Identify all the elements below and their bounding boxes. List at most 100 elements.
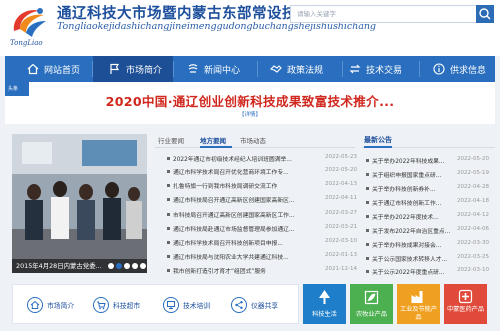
notice-list-item[interactable]: 关于公示国家技术转移人才... 2022-03-25 [362,253,495,265]
info-icon [433,63,445,75]
news-title[interactable]: 我市创新打造引才育才“组团式”服务 [173,266,323,275]
nav-item-supply-demand[interactable]: 供求信息 [433,56,493,82]
tile-agri-products[interactable]: 农牧业产品 [350,284,393,324]
carousel-dot[interactable] [108,263,114,269]
notice-date: 2022-04-12 [457,212,489,218]
tile-medicine-products[interactable]: 中蒙医药产品 [444,284,487,324]
nav-item-label: 新闻中心 [204,65,241,76]
tab-local-news[interactable]: 地方要闻 [200,135,226,145]
news-title[interactable]: 市科技局召开通辽高新区创建国家高新区工作... [173,210,323,219]
site-logo-icon[interactable]: TongLiao [6,3,52,49]
news-list-item[interactable]: 我市创新打造引才育才“组团式”服务 2021-12-14 [155,265,357,277]
quick-link-tech-training[interactable]: 技术培训 [163,285,210,325]
news-title[interactable]: 通辽市科技局赴通辽市场监督管理局参加通辽... [173,224,323,233]
news-list-item[interactable]: 通辽市科学技术局召开科技创新项目申报... 2022-03-10 [155,237,357,249]
tile-tech-life[interactable]: 科技生活 [303,284,346,324]
training-icon [163,297,179,313]
news-list-item[interactable]: 市科技局召开通辽高新区创建国家高新区工作... 2022-03-27 [155,209,357,221]
notice-list-item[interactable]: 关于组织申报国家重点研... 2022-05-19 [362,169,495,181]
notice-heading[interactable]: 最新公告 [364,135,392,145]
search-button[interactable] [476,5,494,23]
news-date: 2021-12-14 [325,266,357,272]
notice-title[interactable]: 关于举办科技创新券补... [372,184,454,193]
news-date: 2022-03-27 [325,210,357,216]
carousel-dot-active[interactable] [116,263,122,269]
bullet [167,184,170,187]
news-list-item[interactable]: 通辽市科技局与沈阳农业大学共建通辽科技... 2022-01-13 [155,251,357,263]
news-photo-carousel[interactable] [12,134,147,273]
tile-label: 科技生活 [312,311,337,318]
headline-title[interactable]: 2020中国·通辽创业创新科技成果致富技术推介... [5,91,495,110]
notice-list-item[interactable]: 关于举办科技成果对接会... 2022-03-30 [362,239,495,251]
news-list-item[interactable]: 2022年通辽市初级技术经纪人培训班圆满举... 2022-05-23 [155,153,357,165]
tab-industry-news[interactable]: 行业要闻 [158,135,184,145]
notice-list-item[interactable]: 关于通辽市科技创新工作... 2022-04-18 [362,197,495,209]
nav-item-policy[interactable]: 政策法规 [270,56,340,82]
news-date: 2022-03-21 [325,224,357,230]
news-title[interactable]: 通辽市科学技术局召开优化营商环境工作专... [173,167,323,176]
carousel-dot[interactable] [140,263,146,269]
carousel-dot[interactable] [124,263,130,269]
notice-title[interactable]: 关于通辽市科技创新工作... [372,198,454,207]
nav-divider [257,61,258,77]
notice-title[interactable]: 关于举办2022年科技成果... [372,156,454,165]
newspaper-icon [188,64,198,73]
notice-title[interactable]: 关于公示2022年度重点研... [372,267,454,276]
search-input[interactable]: 请输入关键字 [290,5,477,23]
news-title[interactable]: 2022年通辽市初级技术经纪人培训班圆满举... [173,154,323,163]
cart-icon [93,297,109,313]
quick-link-market-intro[interactable]: 市场简介 [27,285,74,325]
bullet [167,241,170,244]
tile-industrial-products[interactable]: 工业及节能产品 [397,284,440,324]
news-list-item[interactable]: 扎鲁特旗一行到我市科技局调研交流工作 2022-04-13 [155,180,357,192]
bullet [167,157,170,160]
notice-list-item[interactable]: 关于发布2022年自治区重点... 2022-04-06 [362,225,495,237]
notice-date: 2022-05-20 [457,156,489,162]
notice-title[interactable]: 关于发布2022年自治区重点... [372,226,454,235]
notice-date: 2022-03-10 [457,267,489,273]
quick-link-label: 市场简介 [47,302,75,310]
news-list-item[interactable]: 通辽市科技局赴通辽市场监督管理局参加通辽... 2022-03-21 [155,223,357,235]
home-circle-icon [27,297,43,313]
notice-title[interactable]: 关于举办2022年度技术... [372,212,454,221]
news-title[interactable]: 通辽市科技局与沈阳农业大学共建通辽科技... [173,252,323,261]
bullet [366,159,369,162]
bullet [366,215,369,218]
bullet [366,270,369,273]
headline-banner: 头条 2020中国·通辽创业创新科技成果致富技术推介... 【详情】 [5,82,495,124]
leaf-icon [364,290,379,305]
news-list-item[interactable]: 通辽市科学技术局召开优化营商环境工作专... 2022-05-20 [155,166,357,178]
notice-title[interactable]: 关于举办科技成果对接会... [372,240,454,249]
tab-market-news[interactable]: 市场动态 [240,135,266,145]
factory-icon [411,291,423,303]
bullet [366,173,369,176]
notice-date: 2022-04-28 [457,184,489,190]
notice-date: 2022-04-18 [457,198,489,204]
nav-item-market-intro[interactable]: 市场简介 [93,56,173,82]
news-title[interactable]: 通辽市科学技术局召开科技创新项目申报... [173,238,323,247]
nav-item-label: 技术交易 [366,65,403,76]
news-photo-image [12,134,147,273]
news-photo-caption[interactable]: 2015年4月28日内蒙古党委... [16,261,102,270]
nav-item-home[interactable]: 网站首页 [27,56,87,82]
carousel-dot[interactable] [132,263,138,269]
notice-title[interactable]: 关于公示国家技术转移人才... [372,254,454,263]
news-title[interactable]: 通辽市科技局召开通辽高新区创建国家高新区... [173,195,323,204]
nav-item-tech-trade[interactable]: 技术交易 [349,56,419,82]
notice-list-item[interactable]: 关于举办科技创新券补... 2022-04-28 [362,183,495,195]
notice-list-item[interactable]: 关于举办2022年度技术... 2022-04-12 [362,211,495,223]
notice-title[interactable]: 关于组织申报国家重点研... [372,170,454,179]
nav-item-news[interactable]: 新闻中心 [187,56,257,82]
nav-divider [342,61,343,77]
quick-link-instrument-sharing[interactable]: 仪器共享 [231,285,278,325]
notice-list-item[interactable]: 关于公示2022年度重点研... 2022-03-10 [362,266,495,278]
notice-list-item[interactable]: 关于举办2022年科技成果... 2022-05-20 [362,155,495,167]
news-list-item[interactable]: 通辽市科技局召开通辽高新区创建国家高新区... 2022-04-11 [155,194,357,206]
tree-icon [319,290,330,304]
tile-label: 农牧业产品 [356,311,387,318]
quick-link-tech-supermarket[interactable]: 科技超市 [93,285,140,325]
headline-detail-link[interactable]: 【详情】 [5,110,495,118]
news-title[interactable]: 扎鲁特旗一行到我市科技局调研交流工作 [173,181,323,190]
news-date: 2022-05-20 [325,167,357,173]
bullet [366,201,369,204]
